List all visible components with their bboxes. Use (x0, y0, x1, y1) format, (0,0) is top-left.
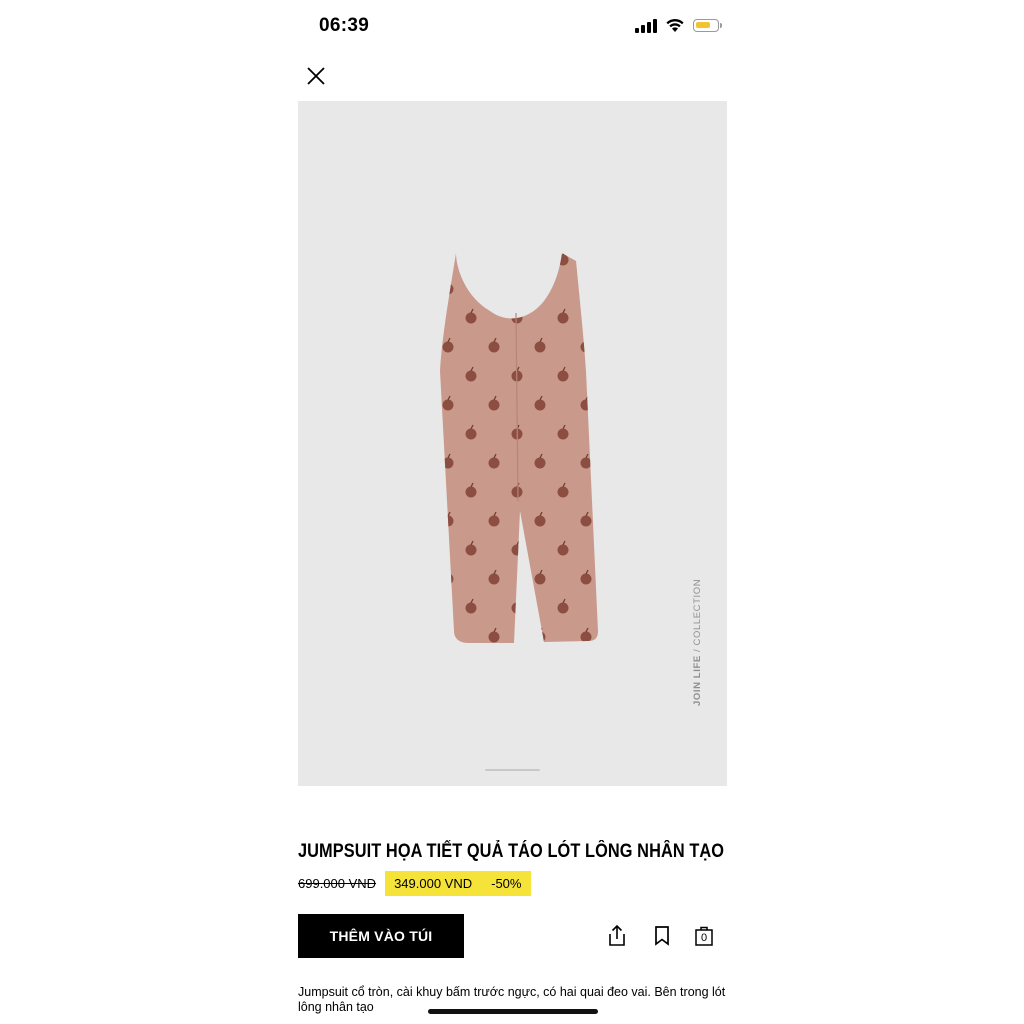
add-to-bag-button[interactable]: THÊM VÀO TÚI (298, 914, 464, 958)
collection-label: JOIN LIFE / COLLECTION (692, 579, 703, 706)
bookmark-button[interactable] (651, 924, 673, 948)
jumpsuit-photo (440, 253, 598, 643)
sale-price: 349.000 VND (394, 876, 473, 891)
bag-count: 0 (700, 932, 708, 944)
image-scroll-indicator[interactable] (485, 769, 540, 771)
wifi-icon (666, 18, 684, 32)
bookmark-icon (655, 926, 669, 946)
battery-level (696, 22, 710, 28)
product-title: JUMPSUIT HỌA TIẾT QUẢ TÁO LÓT LÔNG NHÂN … (298, 841, 725, 862)
shopping-bag-button[interactable]: 0 (694, 924, 716, 948)
signal-icon (635, 18, 657, 33)
share-icon (609, 924, 625, 946)
battery-icon (693, 19, 722, 32)
close-icon (307, 67, 325, 85)
collection-label-bold: JOIN LIFE (692, 655, 703, 706)
price-row: 699.000 VND 349.000 VND -50% (298, 871, 532, 896)
discount-percent: -50% (491, 876, 522, 891)
sale-price-badge: 349.000 VND -50% (385, 871, 532, 896)
close-button[interactable] (303, 63, 329, 89)
old-price: 699.000 VND (298, 876, 377, 891)
status-bar: 06:39 (298, 10, 727, 44)
status-time: 06:39 (319, 15, 370, 36)
share-button[interactable] (606, 924, 628, 948)
product-image[interactable]: JOIN LIFE / COLLECTION (298, 101, 727, 786)
home-indicator[interactable] (428, 1009, 598, 1014)
status-icons (635, 18, 722, 33)
collection-label-rest: / COLLECTION (692, 578, 703, 656)
